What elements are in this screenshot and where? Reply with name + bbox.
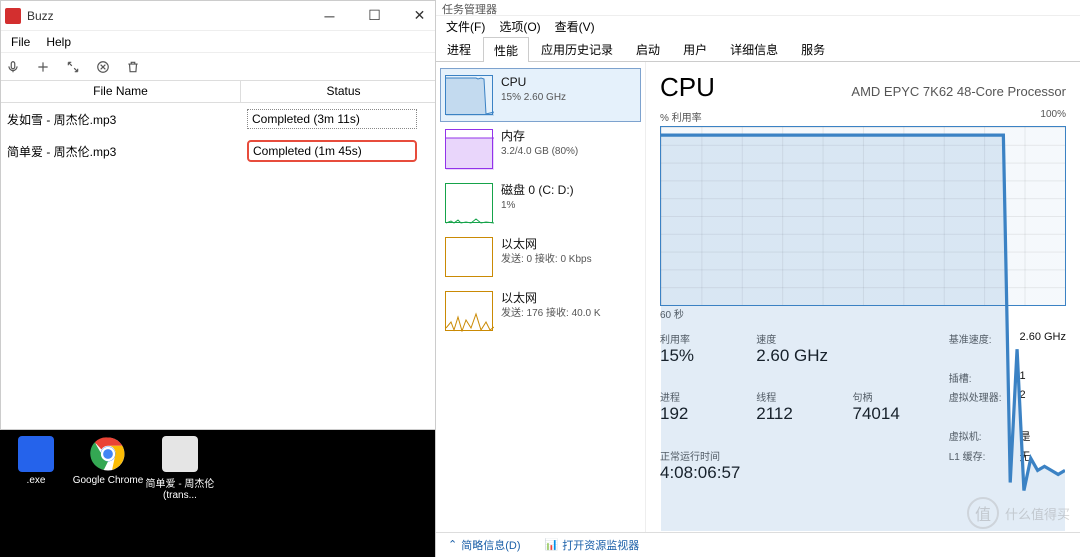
buzz-app-icon [5, 8, 21, 24]
desktop-shortcut-file[interactable]: 简单爱 - 周杰伦 (trans... [144, 436, 216, 501]
cell-status: Completed (3m 11s) [241, 105, 446, 133]
fewer-details-link[interactable]: ⌃ 简略信息(D) [448, 537, 521, 553]
eth1-mini-chart [445, 237, 493, 277]
desktop: .exe Google Chrome 简单爱 - 周杰伦 (trans... [0, 430, 447, 557]
watermark-text: 什么值得买 [1005, 504, 1070, 523]
add-icon[interactable] [35, 59, 51, 75]
sidebar-item-disk[interactable]: 磁盘 0 (C: D:)1% [440, 176, 641, 230]
sidebar-item-ethernet-1[interactable]: 以太网发送: 0 接收: 0 Kbps [440, 230, 641, 284]
desktop-label: Google Chrome [72, 475, 144, 486]
chart-y-max: 100% [1040, 109, 1066, 124]
table-row[interactable]: 简单爱 - 周杰伦.mp3 Completed (1m 45s) [1, 135, 446, 167]
col-filename[interactable]: File Name [1, 81, 241, 102]
mic-icon[interactable] [5, 59, 21, 75]
tm-titlebar: 任务管理器 [436, 0, 1080, 16]
resource-monitor-link[interactable]: 📊 打开资源监视器 [545, 537, 640, 553]
cpu-heading: CPU [660, 72, 715, 103]
trash-icon[interactable] [125, 59, 141, 75]
cpu-label: CPU [501, 75, 566, 91]
task-manager-window: 任务管理器 文件(F) 选项(O) 查看(V) 进程 性能 应用历史记录 启动 … [435, 0, 1080, 557]
tm-footer: ⌃ 简略信息(D) 📊 打开资源监视器 [436, 532, 1080, 556]
eth2-sub: 发送: 176 接收: 40.0 K [501, 307, 601, 320]
buzz-menubar: File Help [1, 31, 446, 53]
watermark-badge: 值 [967, 497, 999, 529]
sidebar-item-memory[interactable]: 内存3.2/4.0 GB (80%) [440, 122, 641, 176]
eth1-label: 以太网 [501, 237, 592, 253]
status-text-highlight: Completed (1m 45s) [247, 140, 417, 162]
tm-main: CPU AMD EPYC 7K62 48-Core Processor % 利用… [646, 62, 1080, 532]
tab-app-history[interactable]: 应用历史记录 [530, 36, 624, 61]
chrome-icon [90, 436, 126, 472]
chart-y-label: % 利用率 [660, 109, 702, 124]
tm-tabs: 进程 性能 应用历史记录 启动 用户 详细信息 服务 [436, 36, 1080, 62]
maximize-button[interactable]: ☐ [352, 2, 397, 30]
monitor-icon: 📊 [545, 538, 559, 551]
tm-sidebar: CPU15% 2.60 GHz 内存3.2/4.0 GB (80%) 磁盘 0 … [436, 62, 646, 532]
watermark: 值 什么值得买 [967, 497, 1070, 529]
buzz-title: Buzz [27, 9, 307, 23]
chevron-up-icon: ⌃ [448, 538, 457, 551]
sidebar-item-cpu[interactable]: CPU15% 2.60 GHz [440, 68, 641, 122]
textfile-icon [162, 436, 198, 472]
cell-filename: 简单爱 - 周杰伦.mp3 [1, 139, 241, 164]
cancel-icon[interactable] [95, 59, 111, 75]
tm-menubar: 文件(F) 选项(O) 查看(V) [436, 16, 1080, 36]
eth1-sub: 发送: 0 接收: 0 Kbps [501, 253, 592, 266]
mem-label: 内存 [501, 129, 578, 145]
tab-processes[interactable]: 进程 [436, 36, 482, 61]
eth2-label: 以太网 [501, 291, 601, 307]
disk-mini-chart [445, 183, 493, 223]
buzz-toolbar [1, 53, 446, 81]
minimize-button[interactable]: ─ [307, 2, 352, 30]
status-text: Completed (3m 11s) [247, 109, 417, 129]
eth2-mini-chart [445, 291, 493, 331]
col-status[interactable]: Status [241, 81, 446, 102]
buzz-window: Buzz ─ ☐ ✕ File Help File Name Status 发如… [0, 0, 447, 430]
tm-heading: CPU AMD EPYC 7K62 48-Core Processor [660, 72, 1066, 103]
desktop-shortcut-chrome[interactable]: Google Chrome [72, 436, 144, 501]
cell-status: Completed (1m 45s) [241, 136, 446, 166]
desktop-shortcut[interactable]: .exe [0, 436, 72, 501]
tab-users[interactable]: 用户 [672, 36, 718, 61]
cpu-mini-chart [445, 75, 493, 115]
sidebar-item-ethernet-2[interactable]: 以太网发送: 176 接收: 40.0 K [440, 284, 641, 338]
processor-name: AMD EPYC 7K62 48-Core Processor [851, 84, 1066, 99]
tab-performance[interactable]: 性能 [483, 37, 529, 62]
tab-details[interactable]: 详细信息 [719, 36, 789, 61]
cpu-chart [660, 126, 1066, 306]
disk-label: 磁盘 0 (C: D:) [501, 183, 574, 199]
cpu-sub: 15% 2.60 GHz [501, 91, 566, 104]
cell-filename: 发如雪 - 周杰伦.mp3 [1, 107, 241, 132]
desktop-label: 简单爱 - 周杰伦 (trans... [144, 475, 216, 501]
tab-services[interactable]: 服务 [790, 36, 836, 61]
disk-sub: 1% [501, 199, 574, 212]
desktop-label: .exe [0, 475, 72, 486]
menu-help[interactable]: Help [38, 33, 79, 51]
exe-icon [18, 436, 54, 472]
table-row[interactable]: 发如雪 - 周杰伦.mp3 Completed (3m 11s) [1, 103, 446, 135]
tm-menu-file[interactable]: 文件(F) [440, 17, 491, 36]
tab-startup[interactable]: 启动 [625, 36, 671, 61]
menu-file[interactable]: File [3, 33, 38, 51]
memory-mini-chart [445, 129, 493, 169]
mem-sub: 3.2/4.0 GB (80%) [501, 145, 578, 158]
buzz-table-header: File Name Status [1, 81, 446, 103]
tm-menu-view[interactable]: 查看(V) [549, 17, 601, 36]
buzz-titlebar: Buzz ─ ☐ ✕ [1, 1, 446, 31]
expand-icon[interactable] [65, 59, 81, 75]
tm-menu-options[interactable]: 选项(O) [493, 17, 546, 36]
